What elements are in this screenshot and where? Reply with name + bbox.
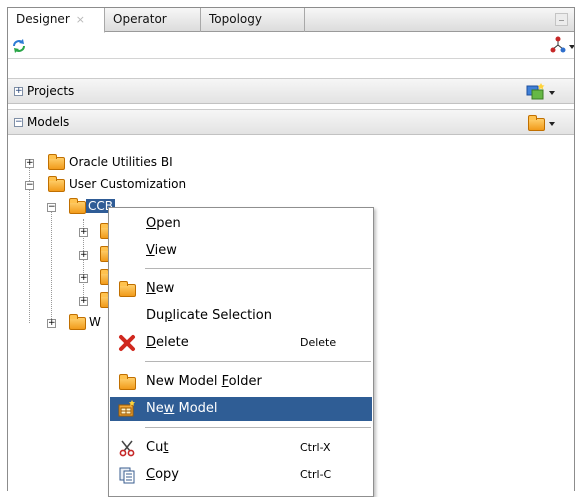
menu-item-label: Delete	[146, 335, 189, 350]
scissors-icon	[119, 440, 135, 457]
tab-operator-label: Operator	[113, 12, 167, 26]
menu-item-shortcut: Ctrl-X	[300, 441, 331, 454]
menu-item-copy[interactable]: Copy Ctrl-C	[110, 463, 372, 487]
menu-item-new-model[interactable]: New Model	[110, 397, 372, 421]
menu-item-shortcut: Delete	[300, 336, 337, 349]
menu-item-label: Open	[146, 216, 181, 231]
navigator-tab-bar: Designer × Operator Topology	[8, 8, 574, 33]
menu-separator	[145, 427, 371, 428]
chevron-down-icon[interactable]	[569, 45, 574, 49]
menu-item-open[interactable]: Open	[110, 212, 372, 236]
models-section-header[interactable]: − Models	[8, 109, 574, 135]
tab-topology[interactable]: Topology	[201, 8, 305, 32]
folder-icon	[118, 373, 136, 391]
menu-item-label: Copy	[146, 467, 179, 482]
new-model-icon	[118, 400, 135, 417]
projects-section-label: Projects	[27, 84, 75, 98]
context-menu: Open View New Duplicate Selection Delete…	[108, 207, 374, 497]
tree-expand-toggle[interactable]: +	[79, 274, 88, 283]
tab-topology-label: Topology	[209, 12, 262, 26]
menu-item-view[interactable]: View	[110, 239, 372, 263]
menu-item-new-model-folder[interactable]: New Model Folder	[110, 370, 372, 394]
tree-expand-toggle[interactable]: +	[25, 159, 34, 168]
tab-close-icon[interactable]: ×	[76, 13, 85, 26]
tree-node-label: W	[89, 315, 101, 329]
models-section-label: Models	[27, 115, 70, 129]
new-model-folder-icon[interactable]	[528, 115, 545, 131]
connect-navigator-icon[interactable]	[550, 36, 568, 54]
models-collapse-toggle[interactable]: −	[14, 118, 23, 127]
minimize-panel-button[interactable]	[555, 13, 568, 26]
projects-section-header[interactable]: + Projects	[8, 78, 574, 104]
tree-node-label: User Customization	[69, 177, 187, 191]
tree-node-oracle-utilities-bi[interactable]: + Oracle Utilities BI	[20, 154, 220, 172]
copy-icon	[119, 467, 135, 484]
chevron-down-icon[interactable]	[549, 91, 555, 95]
tab-operator[interactable]: Operator	[105, 8, 201, 32]
model-folder-icon	[69, 198, 86, 214]
tree-guide-line	[51, 203, 52, 323]
tree-collapse-toggle[interactable]: −	[47, 203, 56, 212]
menu-separator	[145, 268, 371, 269]
navigator-toolbar	[8, 33, 574, 59]
tree-expand-toggle[interactable]: +	[47, 319, 56, 328]
project-options-icon[interactable]	[526, 83, 546, 100]
refresh-icon[interactable]	[10, 37, 28, 55]
tree-node-label: Oracle Utilities BI	[69, 155, 173, 169]
menu-item-duplicate-selection[interactable]: Duplicate Selection	[110, 304, 372, 328]
model-folder-icon	[48, 154, 65, 170]
tree-node-user-customization[interactable]: − User Customization	[20, 176, 220, 194]
model-folder-icon	[69, 314, 86, 330]
folder-icon	[118, 280, 136, 298]
menu-item-label: New	[146, 281, 175, 296]
tree-expand-toggle[interactable]: +	[79, 251, 88, 260]
menu-item-delete[interactable]: Delete Delete	[110, 331, 372, 355]
menu-item-label: Cut	[146, 440, 169, 455]
tree-expand-toggle[interactable]: +	[79, 228, 88, 237]
tab-designer[interactable]: Designer ×	[8, 8, 105, 33]
menu-item-cut[interactable]: Cut Ctrl-X	[110, 436, 372, 460]
tree-expand-toggle[interactable]: +	[79, 297, 88, 306]
delete-icon	[119, 335, 135, 351]
menu-item-label: View	[146, 243, 177, 258]
projects-expand-toggle[interactable]: +	[14, 87, 23, 96]
tree-collapse-toggle[interactable]: −	[25, 181, 34, 190]
menu-item-shortcut: Ctrl-C	[300, 468, 332, 481]
model-folder-icon	[48, 176, 65, 192]
menu-item-label: New Model Folder	[146, 374, 262, 389]
menu-separator	[145, 361, 371, 362]
chevron-down-icon[interactable]	[549, 122, 555, 126]
tab-designer-label: Designer	[16, 12, 70, 26]
menu-item-label: New Model	[146, 401, 218, 416]
menu-item-new[interactable]: New	[110, 277, 372, 301]
menu-item-label: Duplicate Selection	[146, 308, 272, 323]
